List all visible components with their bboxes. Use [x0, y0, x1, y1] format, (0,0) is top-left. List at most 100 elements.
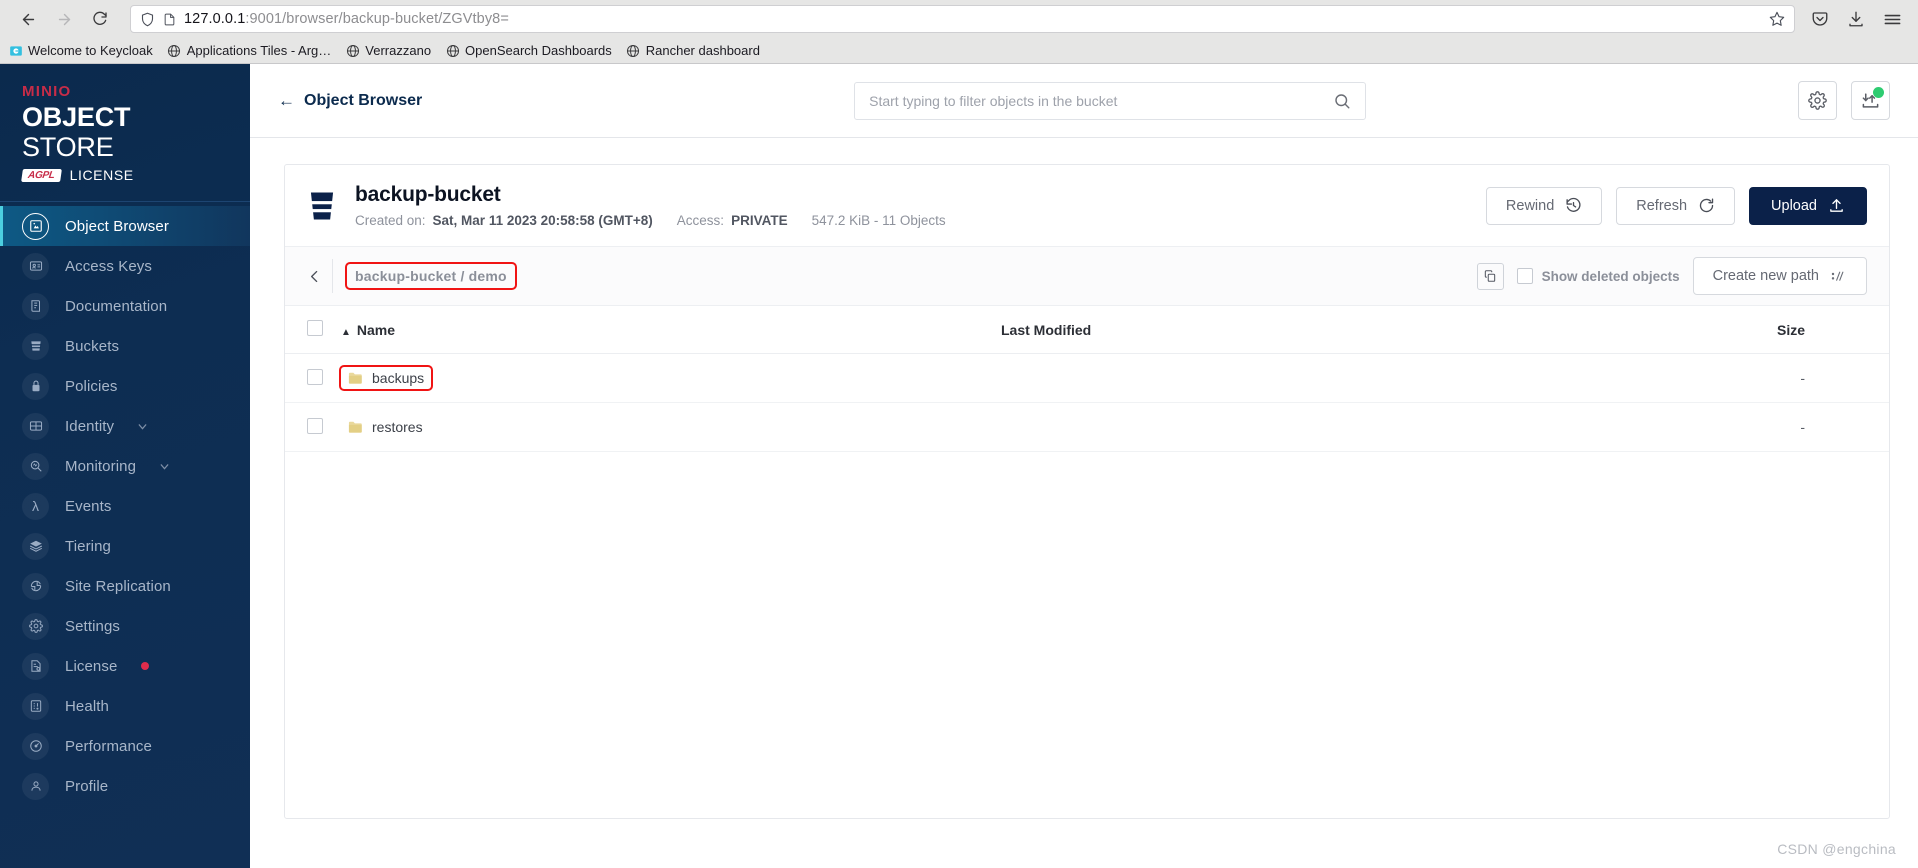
bucket-title-group: backup-bucket Created on: Sat, Mar 11 20…	[355, 183, 1486, 228]
column-header-last-modified[interactable]: Last Modified	[1001, 306, 1398, 354]
search-icon[interactable]	[1333, 92, 1351, 110]
created-on-value: Sat, Mar 11 2023 20:58:58 (GMT+8)	[432, 213, 653, 228]
minio-logo[interactable]: MINIO OBJECT STORE AGPL LICENSE	[0, 64, 250, 203]
object-browser-icon	[22, 212, 49, 240]
sidebar-item-label: Settings	[65, 617, 120, 635]
bookmark-label: Welcome to Keycloak	[28, 43, 153, 58]
forward-arrow-icon[interactable]	[48, 4, 80, 34]
table-header-row: ▲ Name Last Modified Size	[285, 306, 1889, 354]
url-text[interactable]: 127.0.0.1:9001/browser/backup-bucket/ZGV…	[184, 11, 1761, 27]
row-select-cell	[285, 353, 341, 403]
identity-icon	[22, 412, 49, 440]
folder-link[interactable]: restores	[341, 416, 430, 438]
breadcrumb-back-button[interactable]	[297, 259, 333, 293]
bookmark-item[interactable]: OpenSearch Dashboards	[445, 43, 612, 58]
bookmark-label: OpenSearch Dashboards	[465, 43, 612, 58]
bookmark-item[interactable]: Welcome to Keycloak	[8, 43, 153, 58]
rewind-icon	[1565, 197, 1582, 214]
sidebar-item-tiering[interactable]: Tiering	[0, 526, 250, 566]
folder-icon	[348, 371, 363, 385]
back-arrow-icon[interactable]	[12, 4, 44, 34]
select-all-checkbox[interactable]	[307, 320, 323, 336]
bookmark-item[interactable]: Rancher dashboard	[626, 43, 760, 58]
browser-toolbar-icons	[1811, 10, 1906, 29]
show-deleted-checkbox[interactable]	[1516, 268, 1533, 284]
sidebar-item-identity[interactable]: Identity	[0, 406, 250, 446]
object-transfer-button[interactable]	[1851, 81, 1890, 120]
minio-console: MINIO OBJECT STORE AGPL LICENSE Object B…	[0, 64, 1918, 868]
row-name-cell[interactable]: backups	[338, 353, 1001, 403]
column-label: Size	[1776, 321, 1805, 338]
copy-icon[interactable]	[1476, 262, 1504, 290]
shield-icon[interactable]	[140, 12, 155, 27]
bookmark-item[interactable]: Verrazzano	[345, 43, 431, 58]
url-bar[interactable]: 127.0.0.1:9001/browser/backup-bucket/ZGV…	[130, 5, 1795, 33]
agpl-badge: AGPL	[21, 168, 62, 182]
downloads-icon[interactable]	[1847, 10, 1865, 28]
sidebar-item-license[interactable]: License	[0, 646, 250, 686]
settings-button[interactable]	[1798, 81, 1837, 120]
main-content: ← Object Browser Start typing to filter …	[250, 64, 1918, 868]
url-rest: :9001/browser/backup-bucket/ZGVtby8=	[245, 11, 509, 27]
table-row[interactable]: backups -	[285, 353, 1889, 403]
reload-icon[interactable]	[84, 4, 116, 34]
bookmark-item[interactable]: Applications Tiles - Arg…	[167, 43, 331, 58]
globe-favicon	[345, 43, 360, 58]
column-header-name[interactable]: ▲ Name	[341, 306, 1001, 354]
created-on-label: Created on:	[355, 213, 426, 228]
back-to-object-browser[interactable]: ← Object Browser	[278, 92, 422, 110]
column-label: Last Modified	[1001, 321, 1092, 338]
sidebar-item-object-browser[interactable]: Object Browser	[0, 206, 250, 247]
pocket-save-icon[interactable]	[1811, 10, 1829, 28]
sidebar-item-profile[interactable]: Profile	[0, 766, 250, 806]
row-name-cell[interactable]: restores	[341, 402, 1001, 452]
performance-icon	[22, 732, 49, 760]
sidebar-item-label: Profile	[65, 777, 109, 795]
sidebar: MINIO OBJECT STORE AGPL LICENSE Object B…	[0, 64, 250, 868]
sidebar-item-label: Object Browser	[65, 217, 169, 235]
refresh-button[interactable]: Refresh	[1616, 186, 1736, 225]
rewind-button[interactable]: Rewind	[1485, 186, 1603, 225]
keycloak-favicon	[8, 43, 23, 58]
create-new-path-button[interactable]: Create new path	[1692, 257, 1867, 295]
gear-icon	[1808, 91, 1827, 110]
browser-chrome: 127.0.0.1:9001/browser/backup-bucket/ZGV…	[0, 0, 1918, 64]
row-checkbox[interactable]	[307, 417, 323, 434]
sidebar-item-monitoring[interactable]: Monitoring	[0, 446, 250, 486]
sidebar-item-events[interactable]: λ Events	[0, 486, 250, 526]
sidebar-item-site-replication[interactable]: Site Replication	[0, 566, 250, 606]
sort-ascending-icon: ▲	[341, 326, 351, 338]
row-last-modified-cell	[1001, 402, 1398, 452]
hamburger-menu-icon[interactable]	[1883, 10, 1902, 29]
sidebar-item-access-keys[interactable]: Access Keys	[0, 246, 250, 286]
object-filter-search[interactable]	[854, 81, 1367, 120]
sidebar-item-buckets[interactable]: Buckets	[0, 326, 250, 366]
sidebar-item-documentation[interactable]: Documentation	[0, 286, 250, 326]
sidebar-item-label: License	[65, 657, 118, 675]
row-size-cell: -	[1397, 402, 1889, 452]
chevron-down-icon[interactable]	[158, 460, 171, 473]
minio-brand-text: MINIO	[22, 83, 72, 100]
bucket-card: backup-bucket Created on: Sat, Mar 11 20…	[284, 164, 1890, 819]
chevron-down-icon[interactable]	[136, 420, 149, 433]
table-row[interactable]: restores -	[285, 402, 1889, 452]
upload-button[interactable]: Upload	[1749, 186, 1867, 225]
sidebar-item-health[interactable]: Health	[0, 686, 250, 726]
star-icon[interactable]	[1769, 11, 1785, 27]
documentation-icon	[22, 292, 49, 320]
search-input[interactable]	[869, 92, 1334, 109]
breadcrumb[interactable]: backup-bucket / demo	[345, 262, 517, 290]
objects-table-body: backups - restores -	[285, 353, 1889, 452]
sidebar-item-performance[interactable]: Performance	[0, 726, 250, 766]
column-header-size[interactable]: Size	[1397, 306, 1889, 354]
row-checkbox[interactable]	[307, 368, 323, 385]
sidebar-item-policies[interactable]: Policies	[0, 366, 250, 406]
bookmarks-bar: Welcome to Keycloak Applications Tiles -…	[0, 38, 1918, 64]
row-last-modified-cell	[1001, 353, 1398, 403]
sidebar-item-settings[interactable]: Settings	[0, 606, 250, 646]
folder-link[interactable]: backups	[338, 365, 434, 391]
bookmark-label: Verrazzano	[365, 43, 432, 58]
license-word: LICENSE	[69, 167, 134, 184]
show-deleted-objects-toggle[interactable]: Show deleted objects	[1516, 268, 1680, 284]
breadcrumb-tools: Show deleted objects Create new path	[1476, 257, 1867, 295]
